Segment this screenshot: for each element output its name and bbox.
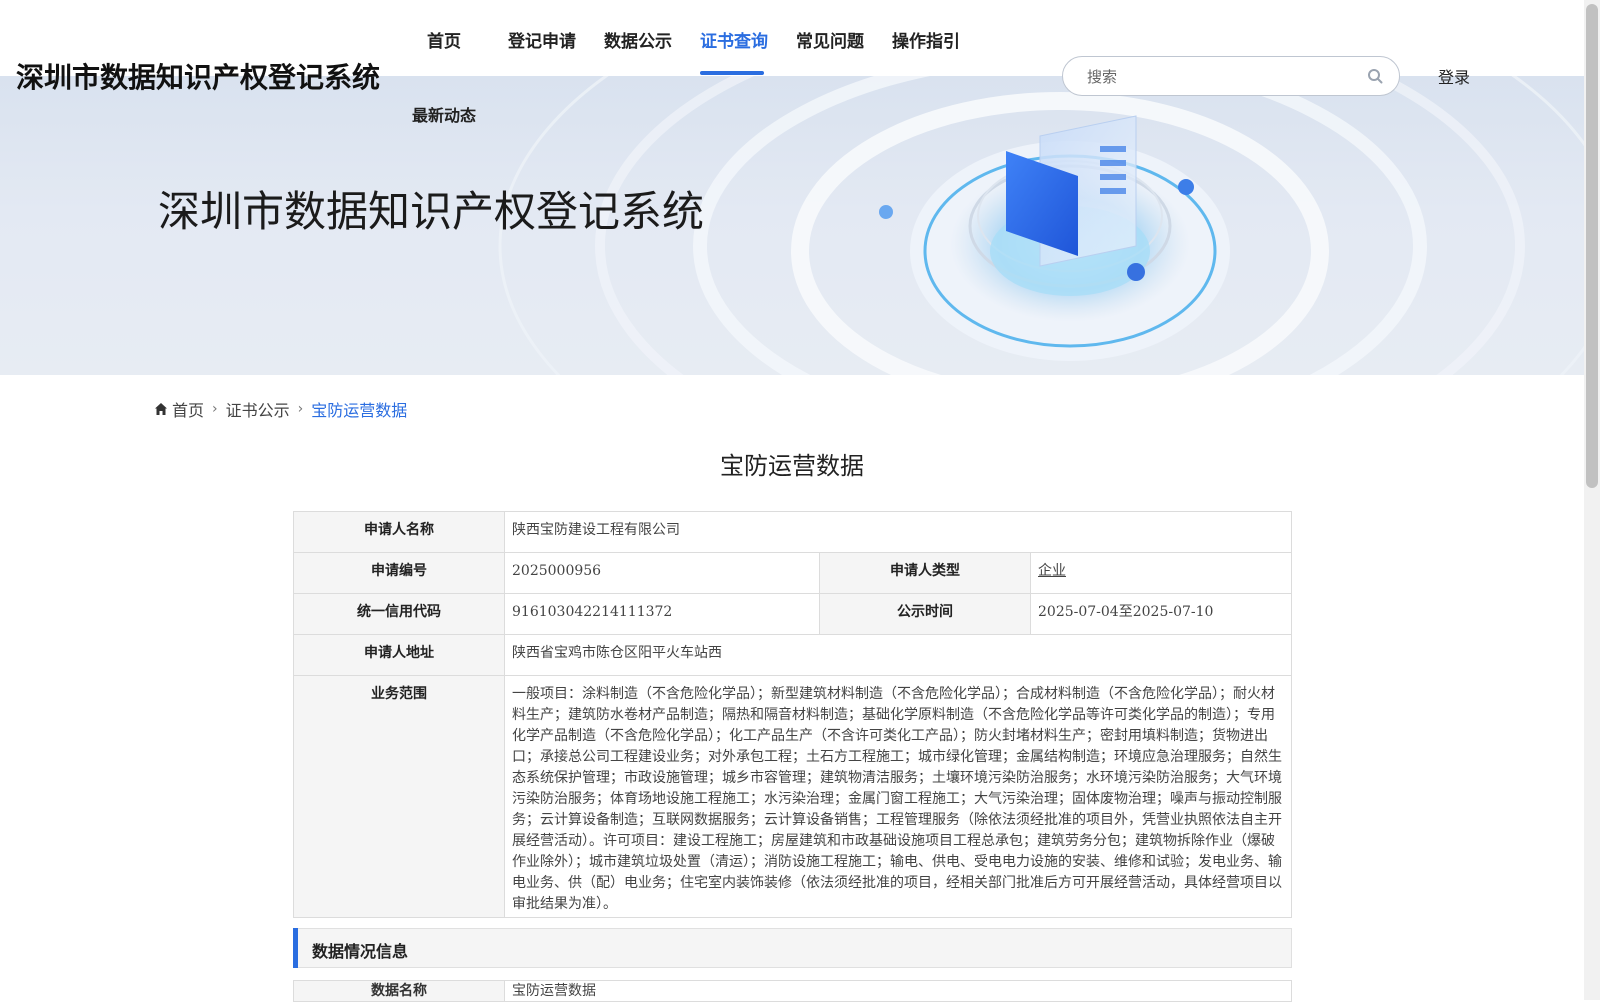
hero-banner: 深圳市数据知识产权登记系统 — [0, 76, 1584, 375]
scrollbar-thumb[interactable] — [1586, 4, 1598, 488]
search-box — [1062, 56, 1400, 96]
applicant-name-value: 陕西宝防建设工程有限公司 — [504, 511, 1292, 553]
app-no-label: 申请编号 — [293, 552, 505, 594]
nav-register[interactable]: 登记申请 — [508, 27, 576, 52]
nav-guide[interactable]: 操作指引 — [892, 27, 960, 52]
applicant-name-label: 申请人名称 — [293, 511, 505, 553]
banner-title: 深圳市数据知识产权登记系统 — [158, 187, 705, 236]
login-link[interactable]: 登录 — [1438, 64, 1470, 88]
breadcrumb-cert-public[interactable]: 证书公示 — [226, 397, 290, 421]
address-label: 申请人地址 — [293, 634, 505, 676]
scope-value: 一般项目：涂料制造（不含危险化学品）；新型建筑材料制造（不含危险化学品）；合成材… — [504, 675, 1292, 918]
site-title: 深圳市数据知识产权登记系统 — [16, 61, 381, 94]
publish-time-value: 2025-07-04至2025-07-10 — [1030, 593, 1292, 635]
section-accent-bar — [293, 928, 298, 968]
table-row: 申请人名称 陕西宝防建设工程有限公司 — [293, 511, 1292, 553]
data-info-section-header: 数据情况信息 — [293, 928, 1292, 968]
data-name-label: 数据名称 — [293, 980, 505, 1002]
nav-data-public[interactable]: 数据公示 — [604, 27, 672, 52]
section-title: 数据情况信息 — [312, 942, 409, 961]
breadcrumb-current: 宝防运营数据 — [311, 401, 408, 420]
table-row: 申请人地址 陕西省宝鸡市陈仓区阳平火车站西 — [293, 634, 1292, 676]
credit-code-value: 916103042214111372 — [504, 593, 820, 635]
breadcrumb: 首页 › 证书公示 › 宝防运营数据 — [154, 397, 407, 421]
table-row: 申请编号 2025000956 申请人类型 企业 — [293, 552, 1292, 594]
chevron-right-icon: › — [297, 401, 304, 417]
search-icon[interactable] — [1367, 68, 1383, 84]
applicant-info-table: 申请人名称 陕西宝防建设工程有限公司 申请编号 2025000956 申请人类型… — [293, 511, 1292, 918]
applicant-type-label: 申请人类型 — [819, 552, 1031, 594]
table-row: 统一信用代码 916103042214111372 公示时间 2025-07-0… — [293, 593, 1292, 635]
chevron-right-icon: › — [212, 401, 218, 417]
nav-active-indicator — [700, 71, 764, 75]
search-input[interactable] — [1085, 65, 1349, 89]
page-title: 宝防运营数据 — [720, 452, 864, 480]
app-no-value: 2025000956 — [504, 552, 820, 594]
scope-label: 业务范围 — [293, 675, 505, 918]
table-row: 业务范围 一般项目：涂料制造（不含危险化学品）；新型建筑材料制造（不含危险化学品… — [293, 675, 1292, 918]
nav-faq[interactable]: 常见问题 — [796, 27, 864, 52]
nav-news[interactable]: 最新动态 — [412, 102, 476, 126]
nav-home[interactable]: 首页 — [427, 27, 461, 52]
publish-time-label: 公示时间 — [819, 593, 1031, 635]
applicant-type-cell: 企业 — [1030, 552, 1292, 594]
address-value: 陕西省宝鸡市陈仓区阳平火车站西 — [504, 634, 1292, 676]
table-row: 数据名称 宝防运营数据 — [293, 980, 1292, 1002]
credit-code-label: 统一信用代码 — [293, 593, 505, 635]
data-name-value: 宝防运营数据 — [504, 980, 1292, 1002]
nav-cert-query[interactable]: 证书查询 — [700, 27, 768, 52]
data-info-table: 数据名称 宝防运营数据 — [293, 980, 1292, 1002]
breadcrumb-home[interactable]: 首页 — [172, 397, 204, 421]
home-icon — [155, 403, 167, 415]
applicant-type-link[interactable]: 企业 — [1038, 563, 1066, 579]
